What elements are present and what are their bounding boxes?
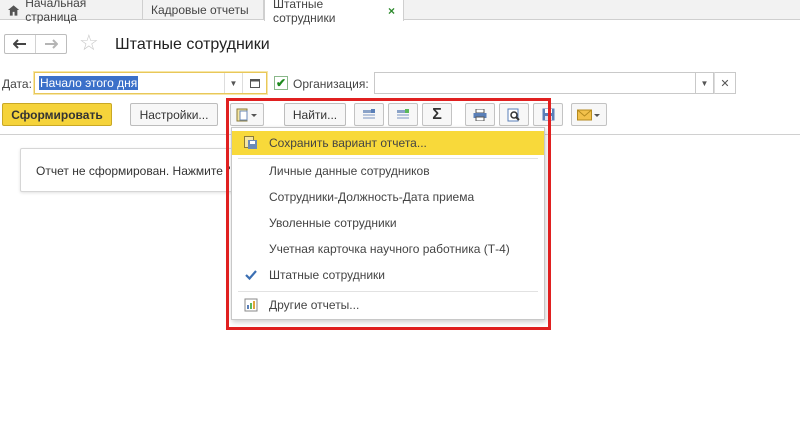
history-nav — [4, 34, 67, 54]
menu-item-label: Другие отчеты... — [269, 298, 360, 312]
preview-button[interactable] — [499, 103, 529, 126]
find-button[interactable]: Найти... — [284, 103, 346, 126]
menu-divider — [238, 291, 538, 292]
menu-item-label: Сотрудники-Должность-Дата приема — [269, 190, 475, 204]
tab-staff[interactable]: Штатные сотрудники × — [264, 0, 404, 25]
save-button[interactable] — [533, 103, 563, 126]
page-title: Штатные сотрудники — [115, 36, 270, 53]
calendar-icon[interactable] — [242, 73, 266, 93]
tab-staff-label: Штатные сотрудники — [273, 0, 336, 25]
message-text: Отчет не сформирован. Нажмите "С — [36, 164, 240, 178]
tab-bar: Начальная страница Кадровые отчеты Штатн… — [0, 0, 800, 25]
arrow-left-icon — [13, 39, 26, 49]
preview-icon — [507, 108, 520, 121]
sum-button[interactable]: Σ — [422, 103, 452, 126]
organization-dropdown-icon[interactable]: ▼ — [696, 72, 714, 94]
menu-item-label: Уволенные сотрудники — [269, 216, 397, 230]
forward-button[interactable] — [36, 35, 66, 53]
menu-item-staff[interactable]: Штатные сотрудники — [232, 263, 544, 287]
collapse-groups-icon — [363, 108, 375, 119]
check-icon — [245, 270, 257, 281]
save-variant-icon — [244, 136, 257, 149]
clear-icon[interactable]: ✕ — [714, 72, 736, 94]
tab-home[interactable]: Начальная страница — [0, 0, 143, 24]
menu-item-dismissed[interactable]: Уволенные сотрудники — [232, 211, 544, 235]
menu-item-label: Личные данные сотрудников — [269, 164, 430, 178]
report-variants-icon — [236, 108, 257, 121]
send-email-button[interactable] — [571, 103, 607, 126]
printer-icon — [473, 108, 487, 121]
date-field[interactable]: Начало этого дня ▼ — [34, 72, 267, 94]
tab-hr-reports[interactable]: Кадровые отчеты — [143, 0, 264, 20]
menu-item-label: Сохранить вариант отчета... — [269, 136, 427, 150]
menu-item-label: Штатные сотрудники — [269, 268, 385, 282]
tab-hr-reports-label: Кадровые отчеты — [151, 3, 249, 17]
settings-button[interactable]: Настройки... — [130, 103, 218, 126]
organization-field[interactable] — [374, 72, 696, 94]
chevron-down-icon[interactable]: ▼ — [224, 73, 242, 93]
date-label: Дата: — [2, 77, 32, 91]
menu-item-save-variant[interactable]: Сохранить вариант отчета... — [232, 131, 544, 155]
home-icon — [8, 4, 20, 16]
other-reports-icon — [244, 298, 258, 312]
tab-home-label: Начальная страница — [25, 0, 87, 24]
menu-item-label: Учетная карточка научного работника (Т-4… — [269, 242, 510, 256]
sigma-icon: Σ — [432, 105, 442, 123]
report-variants-button[interactable] — [230, 103, 264, 126]
close-icon[interactable]: × — [388, 4, 395, 18]
back-button[interactable] — [5, 35, 36, 53]
expand-groups-button[interactable] — [388, 103, 418, 126]
arrow-right-icon — [45, 39, 58, 49]
menu-item-personal-data[interactable]: Личные данные сотрудников — [232, 159, 544, 183]
collapse-groups-button[interactable] — [354, 103, 384, 126]
generate-button[interactable]: Сформировать — [2, 103, 112, 126]
print-button[interactable] — [465, 103, 495, 126]
menu-item-t4-card[interactable]: Учетная карточка научного работника (Т-4… — [232, 237, 544, 261]
organization-checkbox[interactable]: ✔ — [274, 76, 288, 90]
organization-label: Организация: — [293, 77, 369, 91]
report-variants-menu: Сохранить вариант отчета... Личные данны… — [231, 127, 545, 320]
date-value: Начало этого дня — [39, 76, 139, 90]
envelope-icon — [577, 109, 600, 120]
menu-item-other-reports[interactable]: Другие отчеты... — [232, 293, 544, 317]
favorite-star-icon[interactable]: ☆ — [79, 31, 99, 55]
expand-groups-icon — [397, 108, 409, 119]
floppy-icon — [542, 108, 554, 121]
menu-item-employees-position-date[interactable]: Сотрудники-Должность-Дата приема — [232, 185, 544, 209]
